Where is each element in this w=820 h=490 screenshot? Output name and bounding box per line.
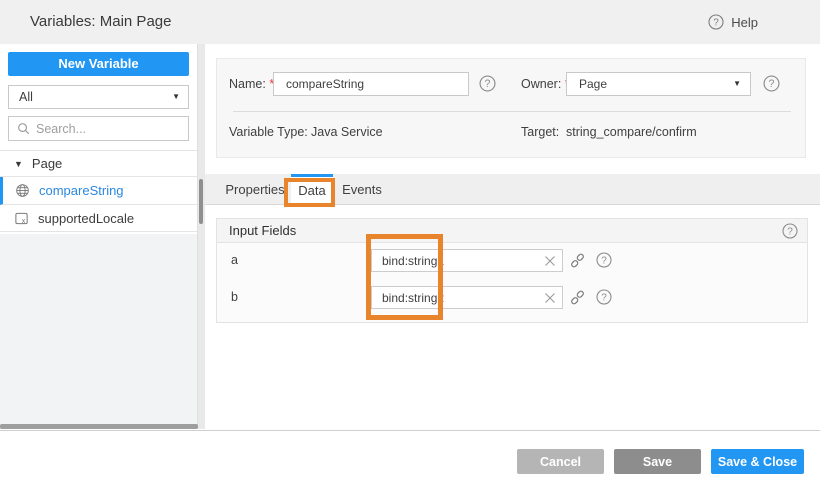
chevron-down-icon: ▼ — [733, 73, 741, 95]
input-fields-header: Input Fields ? — [217, 219, 807, 243]
field-b-bind-input[interactable] — [371, 286, 563, 309]
variable-filter-value: All — [19, 90, 33, 104]
chevron-down-icon: ▼ — [172, 86, 180, 108]
owner-dropdown[interactable]: Page ▼ — [566, 72, 751, 96]
svg-text:?: ? — [601, 293, 607, 304]
sidebar-empty-area — [0, 234, 197, 429]
name-help-icon[interactable]: ? — [479, 75, 496, 92]
svg-text:?: ? — [713, 18, 719, 29]
horizontal-scrollbar-thumb[interactable] — [0, 424, 198, 429]
variables-tree: ▼ Page compareString x supportedLocale — [0, 150, 197, 232]
field-a-bind-link-icon[interactable] — [570, 253, 585, 268]
owner-value: Page — [579, 77, 607, 91]
detail-tabbar: Properties Data Events — [205, 174, 820, 205]
cancel-button[interactable]: Cancel — [517, 449, 604, 474]
field-a-clear-icon[interactable] — [544, 255, 556, 267]
svg-text:x: x — [22, 217, 26, 224]
owner-help-icon[interactable]: ? — [763, 75, 780, 92]
owner-label: Owner: * — [521, 72, 570, 96]
help-button[interactable]: ? Help — [708, 0, 758, 44]
variable-summary-form: Name: * ? Owner: * Page ▼ ? Variable Typ… — [216, 58, 806, 158]
field-a-help-icon[interactable]: ? — [596, 252, 613, 269]
input-fields-help-icon[interactable]: ? — [782, 223, 799, 240]
save-and-close-button[interactable]: Save & Close — [711, 449, 804, 474]
tab-events[interactable]: Events — [333, 174, 391, 205]
field-b-label: b — [231, 286, 238, 309]
footer-bar: Cancel Save Save & Close — [0, 430, 820, 490]
tab-properties[interactable]: Properties — [219, 174, 291, 205]
field-b-bind-link-icon[interactable] — [570, 290, 585, 305]
variables-editor-window: Variables: Main Page ? Help New Variable… — [0, 0, 820, 490]
java-service-globe-icon — [15, 183, 30, 198]
field-b-clear-icon[interactable] — [544, 292, 556, 304]
input-fields-panel: Input Fields ? a ? b — [216, 218, 808, 323]
help-circle-icon: ? — [708, 14, 724, 30]
variable-type-value: Java Service — [311, 125, 383, 139]
tree-item-label: supportedLocale — [38, 211, 134, 226]
new-variable-button[interactable]: New Variable — [8, 52, 189, 76]
field-a-label: a — [231, 249, 238, 272]
tab-data[interactable]: Data — [291, 174, 333, 205]
variable-filter-dropdown[interactable]: All ▼ — [8, 85, 189, 109]
variables-sidebar: New Variable All ▼ ▼ Page compareString — [0, 44, 197, 429]
target-label: Target: — [521, 125, 559, 139]
save-button[interactable]: Save — [614, 449, 701, 474]
input-fields-title: Input Fields — [229, 219, 296, 243]
field-b-help-icon[interactable]: ? — [596, 289, 613, 306]
help-label: Help — [731, 15, 758, 30]
field-a-bind-input[interactable] — [371, 249, 563, 272]
tree-item-supportedlocale[interactable]: x supportedLocale — [0, 205, 197, 232]
search-box — [8, 116, 189, 141]
variable-x-icon: x — [14, 211, 29, 226]
tree-group-label: Page — [32, 156, 62, 171]
search-icon — [17, 122, 30, 135]
name-input[interactable] — [273, 72, 469, 96]
tree-item-label: compareString — [39, 183, 124, 198]
tree-item-comparestring[interactable]: compareString — [0, 177, 197, 205]
form-divider — [233, 111, 791, 112]
vertical-scrollbar-thumb[interactable] — [199, 179, 203, 224]
variable-detail-pane: Name: * ? Owner: * Page ▼ ? Variable Typ… — [205, 44, 820, 429]
svg-text:?: ? — [769, 78, 775, 90]
svg-text:?: ? — [601, 256, 607, 267]
header-bar: Variables: Main Page ? Help — [0, 0, 820, 44]
tree-group-page[interactable]: ▼ Page — [0, 150, 197, 177]
name-label: Name: * — [229, 72, 274, 96]
svg-text:?: ? — [787, 227, 793, 238]
vertical-scrollbar-track[interactable] — [197, 44, 205, 429]
tree-expander-icon[interactable]: ▼ — [14, 159, 23, 169]
search-input[interactable] — [36, 122, 180, 136]
svg-text:?: ? — [485, 78, 491, 90]
page-title: Variables: Main Page — [30, 0, 171, 44]
target-value: string_compare/confirm — [566, 125, 697, 139]
variable-type-label: Variable Type: — [229, 125, 308, 139]
